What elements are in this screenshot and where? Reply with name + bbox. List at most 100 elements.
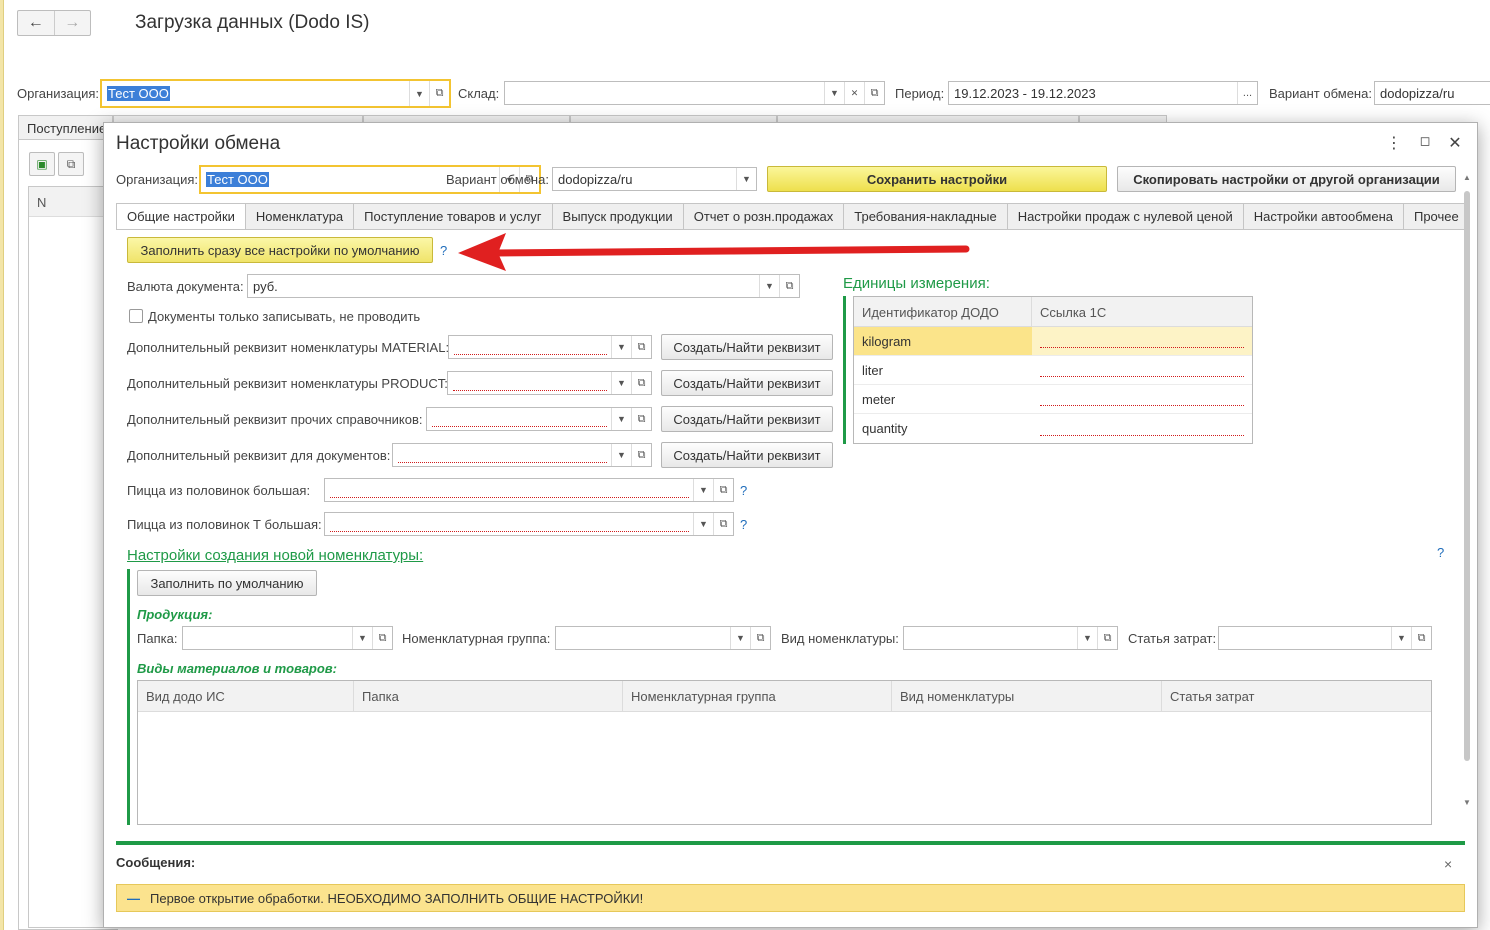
clear-icon[interactable]: ✕ — [844, 82, 864, 104]
tab-requisitions[interactable]: Требования-накладные — [844, 203, 1008, 230]
cost-item-field[interactable]: ▼ ⧉ — [1218, 626, 1432, 650]
folder-field[interactable]: ▼ ⧉ — [182, 626, 393, 650]
tab-autoexchange[interactable]: Настройки автообмена — [1243, 203, 1404, 230]
scroll-down-icon[interactable]: ▼ — [1461, 798, 1473, 807]
unit-id: liter — [862, 363, 883, 378]
only-write-checkbox[interactable] — [129, 309, 143, 323]
open-icon[interactable]: ⧉ — [631, 408, 651, 430]
ellipsis-icon[interactable]: ... — [1237, 82, 1257, 104]
unit-link-cell[interactable] — [1032, 356, 1252, 384]
dropdown-icon[interactable]: ▼ — [611, 336, 631, 358]
unit-link-cell[interactable] — [1032, 414, 1252, 443]
dialog-variant-field[interactable]: dodopizza/ru ▼ — [552, 167, 757, 191]
pizza-half-big-field[interactable]: ▼ ⧉ — [324, 478, 734, 502]
messages-title: Сообщения: — [116, 855, 196, 870]
dropdown-icon[interactable]: ▼ — [693, 513, 713, 535]
dropdown-icon[interactable]: ▼ — [352, 627, 372, 649]
extra-attr-docs-field[interactable]: ▼ ⧉ — [392, 443, 652, 467]
open-icon[interactable]: ⧉ — [631, 444, 651, 466]
check-all-icon[interactable]: ▣ — [29, 152, 55, 176]
copy-settings-button[interactable]: Скопировать настройки от другой организа… — [1117, 166, 1456, 192]
tab-receipt[interactable]: Поступление — [18, 115, 113, 139]
dropdown-icon[interactable]: ▼ — [730, 627, 750, 649]
tab-receipts[interactable]: Поступление товаров и услуг — [354, 203, 553, 230]
open-icon[interactable]: ⧉ — [429, 81, 449, 106]
period-field[interactable]: 19.12.2023 - 19.12.2023 ... — [948, 81, 1258, 105]
new-nomenclature-title[interactable]: Настройки создания новой номенклатуры: — [127, 547, 423, 564]
open-icon[interactable]: ⧉ — [1411, 627, 1431, 649]
pizza-half-t-big-field[interactable]: ▼ ⧉ — [324, 512, 734, 536]
dropdown-icon[interactable]: ▼ — [693, 479, 713, 501]
warehouse-field[interactable]: ▼ ✕ ⧉ — [504, 81, 885, 105]
open-icon[interactable]: ⧉ — [713, 513, 733, 535]
open-icon[interactable]: ⧉ — [713, 479, 733, 501]
dropdown-icon[interactable]: ▼ — [1077, 627, 1097, 649]
help-icon[interactable]: ? — [740, 483, 747, 498]
fill-default-button[interactable]: Заполнить по умолчанию — [137, 570, 317, 596]
find-attr-docs-button[interactable]: Создать/Найти реквизит — [661, 442, 833, 468]
help-icon[interactable]: ? — [440, 243, 447, 258]
tab-production[interactable]: Выпуск продукции — [552, 203, 684, 230]
units-col-1c-link: Ссылка 1С — [1040, 305, 1107, 320]
open-icon[interactable]: ⧉ — [1097, 627, 1117, 649]
nav-buttons: ← → — [17, 10, 91, 36]
scroll-thumb[interactable] — [1464, 191, 1470, 761]
unit-link-cell[interactable] — [1032, 327, 1252, 355]
variant-field[interactable]: dodopizza/ru — [1374, 81, 1490, 105]
open-icon[interactable]: ⧉ — [750, 627, 770, 649]
fill-all-defaults-button[interactable]: Заполнить сразу все настройки по умолчан… — [127, 237, 433, 263]
maximize-icon[interactable]: ◻ — [1415, 133, 1435, 149]
scroll-up-icon[interactable]: ▲ — [1461, 173, 1473, 182]
table-row[interactable]: meter — [854, 385, 1252, 414]
units-header: Идентификатор ДОДО Ссылка 1С — [854, 297, 1252, 327]
open-icon[interactable]: ⧉ — [372, 627, 392, 649]
dropdown-icon[interactable]: ▼ — [409, 81, 429, 106]
open-icon[interactable]: ⧉ — [631, 372, 651, 394]
open-icon[interactable]: ⧉ — [631, 336, 651, 358]
forward-arrow-icon[interactable]: → — [53, 11, 91, 35]
org-label: Организация: — [17, 86, 100, 101]
table-row[interactable]: quantity — [854, 414, 1252, 443]
open-icon[interactable]: ⧉ — [864, 82, 884, 104]
dropdown-icon[interactable]: ▼ — [736, 168, 756, 190]
nom-kind-field[interactable]: ▼ ⧉ — [903, 626, 1118, 650]
org-field[interactable]: Тест ООО ▼ ⧉ — [100, 79, 451, 108]
extra-attr-material-field[interactable]: ▼ ⧉ — [448, 335, 652, 359]
table-row[interactable]: liter — [854, 356, 1252, 385]
col-cost-item: Статья затрат — [1170, 689, 1255, 704]
extra-attr-other-field[interactable]: ▼ ⧉ — [426, 407, 652, 431]
period-label: Период: — [895, 86, 945, 101]
message-item[interactable]: — Первое открытие обработки. НЕОБХОДИМО … — [116, 884, 1465, 912]
dialog-scrollbar[interactable]: ▲ ▼ — [1461, 173, 1473, 813]
dropdown-icon[interactable]: ▼ — [611, 408, 631, 430]
find-attr-other-button[interactable]: Создать/Найти реквизит — [661, 406, 833, 432]
dropdown-icon[interactable]: ▼ — [824, 82, 844, 104]
save-settings-button[interactable]: Сохранить настройки — [767, 166, 1107, 192]
extra-attr-product-field[interactable]: ▼ ⧉ — [447, 371, 652, 395]
tab-nomenclature[interactable]: Номенклатура — [245, 203, 355, 230]
new-nom-group-bar — [127, 569, 130, 825]
find-attr-product-button[interactable]: Создать/Найти реквизит — [661, 370, 833, 396]
help-icon[interactable]: ? — [740, 517, 747, 532]
tab-retail-report[interactable]: Отчет о розн.продажах — [683, 203, 845, 230]
tab-other[interactable]: Прочее — [1403, 203, 1470, 230]
tab-general[interactable]: Общие настройки — [116, 203, 246, 230]
table-row[interactable]: kilogram — [854, 327, 1252, 356]
dropdown-icon[interactable]: ▼ — [611, 444, 631, 466]
dropdown-icon[interactable]: ▼ — [759, 275, 779, 297]
uncheck-all-icon[interactable]: ⧉ — [58, 152, 84, 176]
messages-close-icon[interactable]: × — [1444, 856, 1452, 872]
help-icon[interactable]: ? — [1437, 545, 1444, 560]
more-icon[interactable]: ⋮ — [1384, 133, 1404, 153]
close-icon[interactable]: ✕ — [1445, 133, 1465, 153]
open-icon[interactable]: ⧉ — [779, 275, 799, 297]
currency-field[interactable]: руб. ▼ ⧉ — [247, 274, 800, 298]
dropdown-icon[interactable]: ▼ — [1391, 627, 1411, 649]
back-arrow-icon[interactable]: ← — [18, 11, 54, 35]
unit-link-cell[interactable] — [1032, 385, 1252, 413]
dropdown-icon[interactable]: ▼ — [611, 372, 631, 394]
tab-zero-price[interactable]: Настройки продаж с нулевой ценой — [1007, 203, 1244, 230]
find-attr-material-button[interactable]: Создать/Найти реквизит — [661, 334, 833, 360]
nom-group-field[interactable]: ▼ ⧉ — [555, 626, 771, 650]
pizza-half-t-big-label: Пицца из половинок Т большая: — [127, 517, 322, 532]
